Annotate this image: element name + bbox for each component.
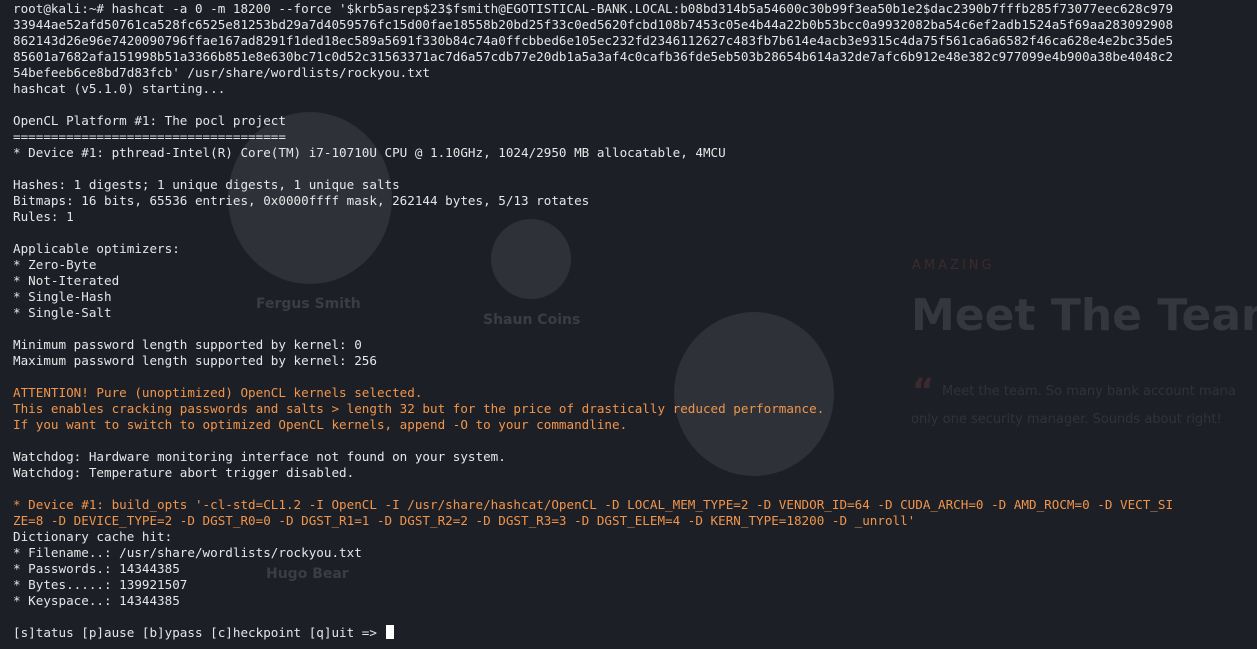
terminal-line: Watchdog: Hardware monitoring interface … [13, 449, 506, 464]
interactive-prompt[interactable]: [s]tatus [p]ause [b]ypass [c]heckpoint [… [13, 625, 1245, 641]
terminal-line: * Device #1: pthread-Intel(R) Core(TM) i… [13, 145, 726, 160]
terminal-line: ZE=8 -D DEVICE_TYPE=2 -D DGST_R0=0 -D DG… [13, 513, 916, 528]
terminal-output[interactable]: root@kali:~# hashcat -a 0 -m 18200 --for… [13, 1, 1245, 641]
terminal-line: * Device #1: build_opts '-cl-std=CL1.2 -… [13, 497, 1174, 512]
terminal-line: * Single-Salt [13, 305, 112, 320]
terminal-line: * Bytes.....: 139921507 [13, 577, 188, 592]
terminal-line: * Zero-Byte [13, 257, 97, 272]
terminal-line: Watchdog: Temperature abort trigger disa… [13, 465, 355, 480]
terminal-line: hashcat (v5.1.0) starting... [13, 81, 226, 96]
prompt-text: [s]tatus [p]ause [b]ypass [c]heckpoint [… [13, 625, 385, 640]
terminal-line: Rules: 1 [13, 209, 74, 224]
terminal-line: Maximum password length supported by ker… [13, 353, 377, 368]
terminal-line: * Filename..: /usr/share/wordlists/rocky… [13, 545, 362, 560]
terminal-line: Bitmaps: 16 bits, 65536 entries, 0x0000f… [13, 193, 590, 208]
terminal-line: 862143d26e96e7420090796ffae167ad8291f1de… [13, 33, 1174, 48]
terminal-line: * Not-Iterated [13, 273, 120, 288]
terminal-line: OpenCL Platform #1: The pocl project [13, 113, 286, 128]
terminal-line: Hashes: 1 digests; 1 unique digests, 1 u… [13, 177, 400, 192]
terminal-line: ==================================== [13, 129, 286, 144]
terminal-line: root@kali:~# hashcat -a 0 -m 18200 --for… [13, 1, 1174, 16]
terminal-line: ATTENTION! Pure (unoptimized) OpenCL ker… [13, 385, 423, 400]
terminal-line: Dictionary cache hit: [13, 529, 173, 544]
terminal-line: * Passwords.: 14344385 [13, 561, 180, 576]
terminal-line: * Keyspace..: 14344385 [13, 593, 180, 608]
terminal-line: 85601a7682afa151998b51a3366b851e8e630bc7… [13, 49, 1174, 64]
terminal-line: Applicable optimizers: [13, 241, 180, 256]
text-cursor [385, 625, 394, 639]
terminal-line: Minimum password length supported by ker… [13, 337, 362, 352]
terminal-line: If you want to switch to optimized OpenC… [13, 417, 628, 432]
terminal-line: This enables cracking passwords and salt… [13, 401, 825, 416]
terminal-line: * Single-Hash [13, 289, 112, 304]
terminal-line: 33944ae52afd50761ca528fc6525e81253bd29a7… [13, 17, 1174, 32]
terminal-line: 54befeeb6ce8bd7d83fcb' /usr/share/wordli… [13, 65, 431, 80]
